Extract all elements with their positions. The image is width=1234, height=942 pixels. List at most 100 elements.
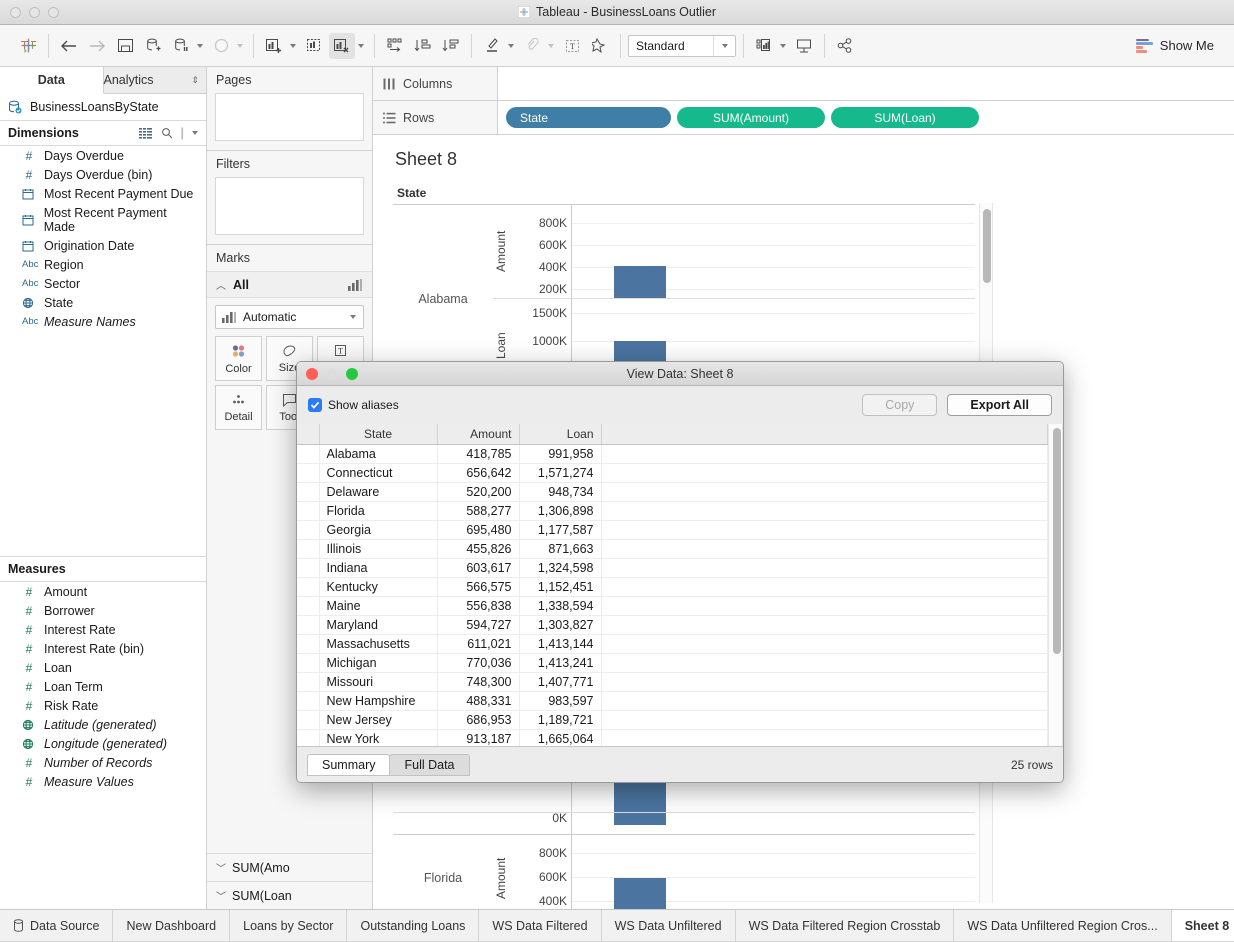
view-data-scrollbar-thumb[interactable] bbox=[1052, 428, 1061, 654]
marks-field-sum-amount[interactable]: ﹀ SUM(Amo bbox=[207, 853, 372, 881]
bar-alabama-amount[interactable] bbox=[614, 266, 666, 298]
sheet-tab-sheet-8[interactable]: Sheet 8 bbox=[1171, 910, 1234, 941]
column-header-state[interactable]: State bbox=[319, 424, 438, 445]
grid-view-icon[interactable] bbox=[138, 127, 153, 139]
sheet-tab-loans-by-sector[interactable]: Loans by Sector bbox=[230, 910, 348, 941]
tab-data[interactable]: Data bbox=[0, 67, 104, 94]
clear-sheet-icon[interactable] bbox=[329, 32, 355, 59]
cards-dropdown-caret-icon[interactable] bbox=[780, 43, 786, 48]
mark-type-dropdown-caret-icon[interactable] bbox=[343, 306, 363, 328]
table-row[interactable]: Delaware 520,200 948,734 bbox=[297, 482, 1048, 502]
refresh-data-source-icon[interactable] bbox=[208, 33, 234, 59]
refresh-dropdown-caret-icon[interactable] bbox=[237, 43, 243, 48]
tab-summary[interactable]: Summary bbox=[307, 753, 391, 776]
pill-sum-loan[interactable]: SUM(Loan) bbox=[831, 107, 979, 128]
fit-selector[interactable]: Standard bbox=[628, 34, 736, 57]
clear-sheet-dropdown-caret-icon[interactable] bbox=[358, 43, 364, 48]
table-row[interactable]: New Jersey 686,953 1,189,721 bbox=[297, 710, 1048, 730]
tab-analytics[interactable]: Analytics ⇕ bbox=[103, 67, 206, 93]
field-number-of-records[interactable]: # Number of Records bbox=[0, 753, 206, 772]
filters-drop-zone[interactable] bbox=[215, 177, 364, 235]
field-loan[interactable]: # Loan bbox=[0, 658, 206, 677]
data-source-item[interactable]: BusinessLoansByState bbox=[0, 94, 206, 120]
swap-rows-columns-icon[interactable] bbox=[382, 33, 408, 59]
table-row[interactable]: Michigan 770,036 1,413,241 bbox=[297, 653, 1048, 673]
forward-arrow-icon[interactable] bbox=[84, 33, 110, 59]
field-measure-values[interactable]: # Measure Values bbox=[0, 772, 206, 791]
table-row[interactable]: Indiana 603,617 1,324,598 bbox=[297, 558, 1048, 578]
fix-axes-icon[interactable] bbox=[587, 33, 613, 59]
show-hide-cards-icon[interactable] bbox=[751, 33, 777, 59]
pane-resize-icon[interactable]: ⇕ bbox=[191, 75, 199, 86]
presentation-mode-icon[interactable] bbox=[791, 33, 817, 59]
highlight-icon[interactable] bbox=[479, 33, 505, 59]
column-header-loan[interactable]: Loan bbox=[519, 424, 602, 445]
field-days-overdue[interactable]: # Days Overdue bbox=[0, 146, 206, 165]
table-row[interactable]: Missouri 748,300 1,407,771 bbox=[297, 672, 1048, 692]
pause-updates-dropdown-caret-icon[interactable] bbox=[197, 43, 203, 48]
table-row[interactable]: Kentucky 566,575 1,152,451 bbox=[297, 577, 1048, 597]
dimensions-menu-caret-icon[interactable] bbox=[192, 131, 198, 135]
field-sector[interactable]: Abc Sector bbox=[0, 274, 206, 293]
back-arrow-icon[interactable] bbox=[56, 33, 82, 59]
export-all-button[interactable]: Export All bbox=[947, 394, 1052, 416]
field-longitude-generated[interactable]: Longitude (generated) bbox=[0, 734, 206, 753]
table-row[interactable]: Maine 556,838 1,338,594 bbox=[297, 596, 1048, 616]
sheet-tab-ws-data-unfiltered[interactable]: WS Data Unfiltered bbox=[601, 910, 736, 941]
show-aliases-checkbox-wrap[interactable]: Show aliases bbox=[308, 398, 399, 412]
sheet-tab-ws-data-filtered-region-crosstab[interactable]: WS Data Filtered Region Crosstab bbox=[735, 910, 955, 941]
new-data-source-icon[interactable] bbox=[140, 33, 166, 59]
marks-field-sum-loan[interactable]: ﹀ SUM(Loan bbox=[207, 881, 372, 909]
field-origination-date[interactable]: Origination Date bbox=[0, 236, 206, 255]
tableau-logo-icon[interactable] bbox=[15, 33, 41, 59]
sort-descending-icon[interactable] bbox=[438, 33, 464, 59]
viz-scrollbar-thumb[interactable] bbox=[983, 209, 991, 283]
field-risk-rate[interactable]: # Risk Rate bbox=[0, 696, 206, 715]
chevron-down-icon[interactable]: ﹀ bbox=[216, 888, 226, 903]
show-aliases-checkbox[interactable] bbox=[308, 398, 322, 412]
pill-state[interactable]: State bbox=[506, 107, 671, 128]
bar-obscured-tail[interactable] bbox=[614, 813, 666, 825]
table-row[interactable]: Alabama 418,785 991,958 bbox=[297, 444, 1048, 464]
pause-data-updates-icon[interactable] bbox=[168, 33, 194, 59]
table-row[interactable]: Illinois 455,826 871,663 bbox=[297, 539, 1048, 559]
table-row[interactable]: Georgia 695,480 1,177,587 bbox=[297, 520, 1048, 540]
chevron-up-icon[interactable]: ︿ bbox=[216, 277, 226, 292]
sheet-tab-data-source[interactable]: Data Source bbox=[0, 910, 114, 941]
table-row[interactable]: Massachusetts 611,021 1,413,144 bbox=[297, 634, 1048, 654]
field-measure-names[interactable]: Abc Measure Names bbox=[0, 312, 206, 331]
sheet-tab-ws-data-unfiltered-region-crosstab[interactable]: WS Data Unfiltered Region Cros... bbox=[954, 910, 1172, 941]
field-region[interactable]: Abc Region bbox=[0, 255, 206, 274]
field-state[interactable]: State bbox=[0, 293, 206, 312]
field-days-overdue-bin[interactable]: # Days Overdue (bin) bbox=[0, 165, 206, 184]
marks-all-row[interactable]: ︿ All bbox=[207, 271, 372, 298]
group-icon[interactable] bbox=[519, 33, 545, 59]
field-latitude-generated[interactable]: Latitude (generated) bbox=[0, 715, 206, 734]
highlight-dropdown-caret-icon[interactable] bbox=[508, 43, 514, 48]
table-row[interactable]: Maryland 594,727 1,303,827 bbox=[297, 615, 1048, 635]
save-icon[interactable] bbox=[112, 33, 138, 59]
table-row[interactable]: Connecticut 656,642 1,571,274 bbox=[297, 463, 1048, 483]
field-interest-rate[interactable]: # Interest Rate bbox=[0, 620, 206, 639]
search-icon[interactable] bbox=[161, 127, 173, 139]
sort-ascending-icon[interactable] bbox=[410, 33, 436, 59]
marks-detail-button[interactable]: Detail bbox=[215, 385, 262, 430]
rows-drop-zone[interactable]: State SUM(Amount) SUM(Loan) bbox=[498, 101, 1234, 134]
field-most-recent-payment-due[interactable]: Most Recent Payment Due bbox=[0, 184, 206, 203]
sheet-tab-ws-data-filtered[interactable]: WS Data Filtered bbox=[479, 910, 602, 941]
view-data-grid-scroll[interactable]: State Amount Loan Alabama 418,785 991,95… bbox=[297, 424, 1048, 746]
new-sheet-dropdown-caret-icon[interactable] bbox=[290, 43, 296, 48]
copy-button[interactable]: Copy bbox=[862, 394, 938, 416]
chevron-down-icon[interactable]: ﹀ bbox=[216, 860, 226, 875]
fit-dropdown-caret-icon[interactable] bbox=[713, 35, 735, 56]
tab-full-data[interactable]: Full Data bbox=[389, 753, 470, 776]
field-interest-rate-bin[interactable]: # Interest Rate (bin) bbox=[0, 639, 206, 658]
field-borrower[interactable]: # Borrower bbox=[0, 601, 206, 620]
pill-sum-amount[interactable]: SUM(Amount) bbox=[677, 107, 825, 128]
show-me-button[interactable]: Show Me bbox=[1135, 38, 1226, 53]
show-mark-labels-icon[interactable]: T bbox=[559, 33, 585, 59]
pages-drop-zone[interactable] bbox=[215, 93, 364, 141]
marks-color-button[interactable]: Color bbox=[215, 336, 262, 381]
new-worksheet-icon[interactable] bbox=[261, 33, 287, 59]
field-loan-term[interactable]: # Loan Term bbox=[0, 677, 206, 696]
